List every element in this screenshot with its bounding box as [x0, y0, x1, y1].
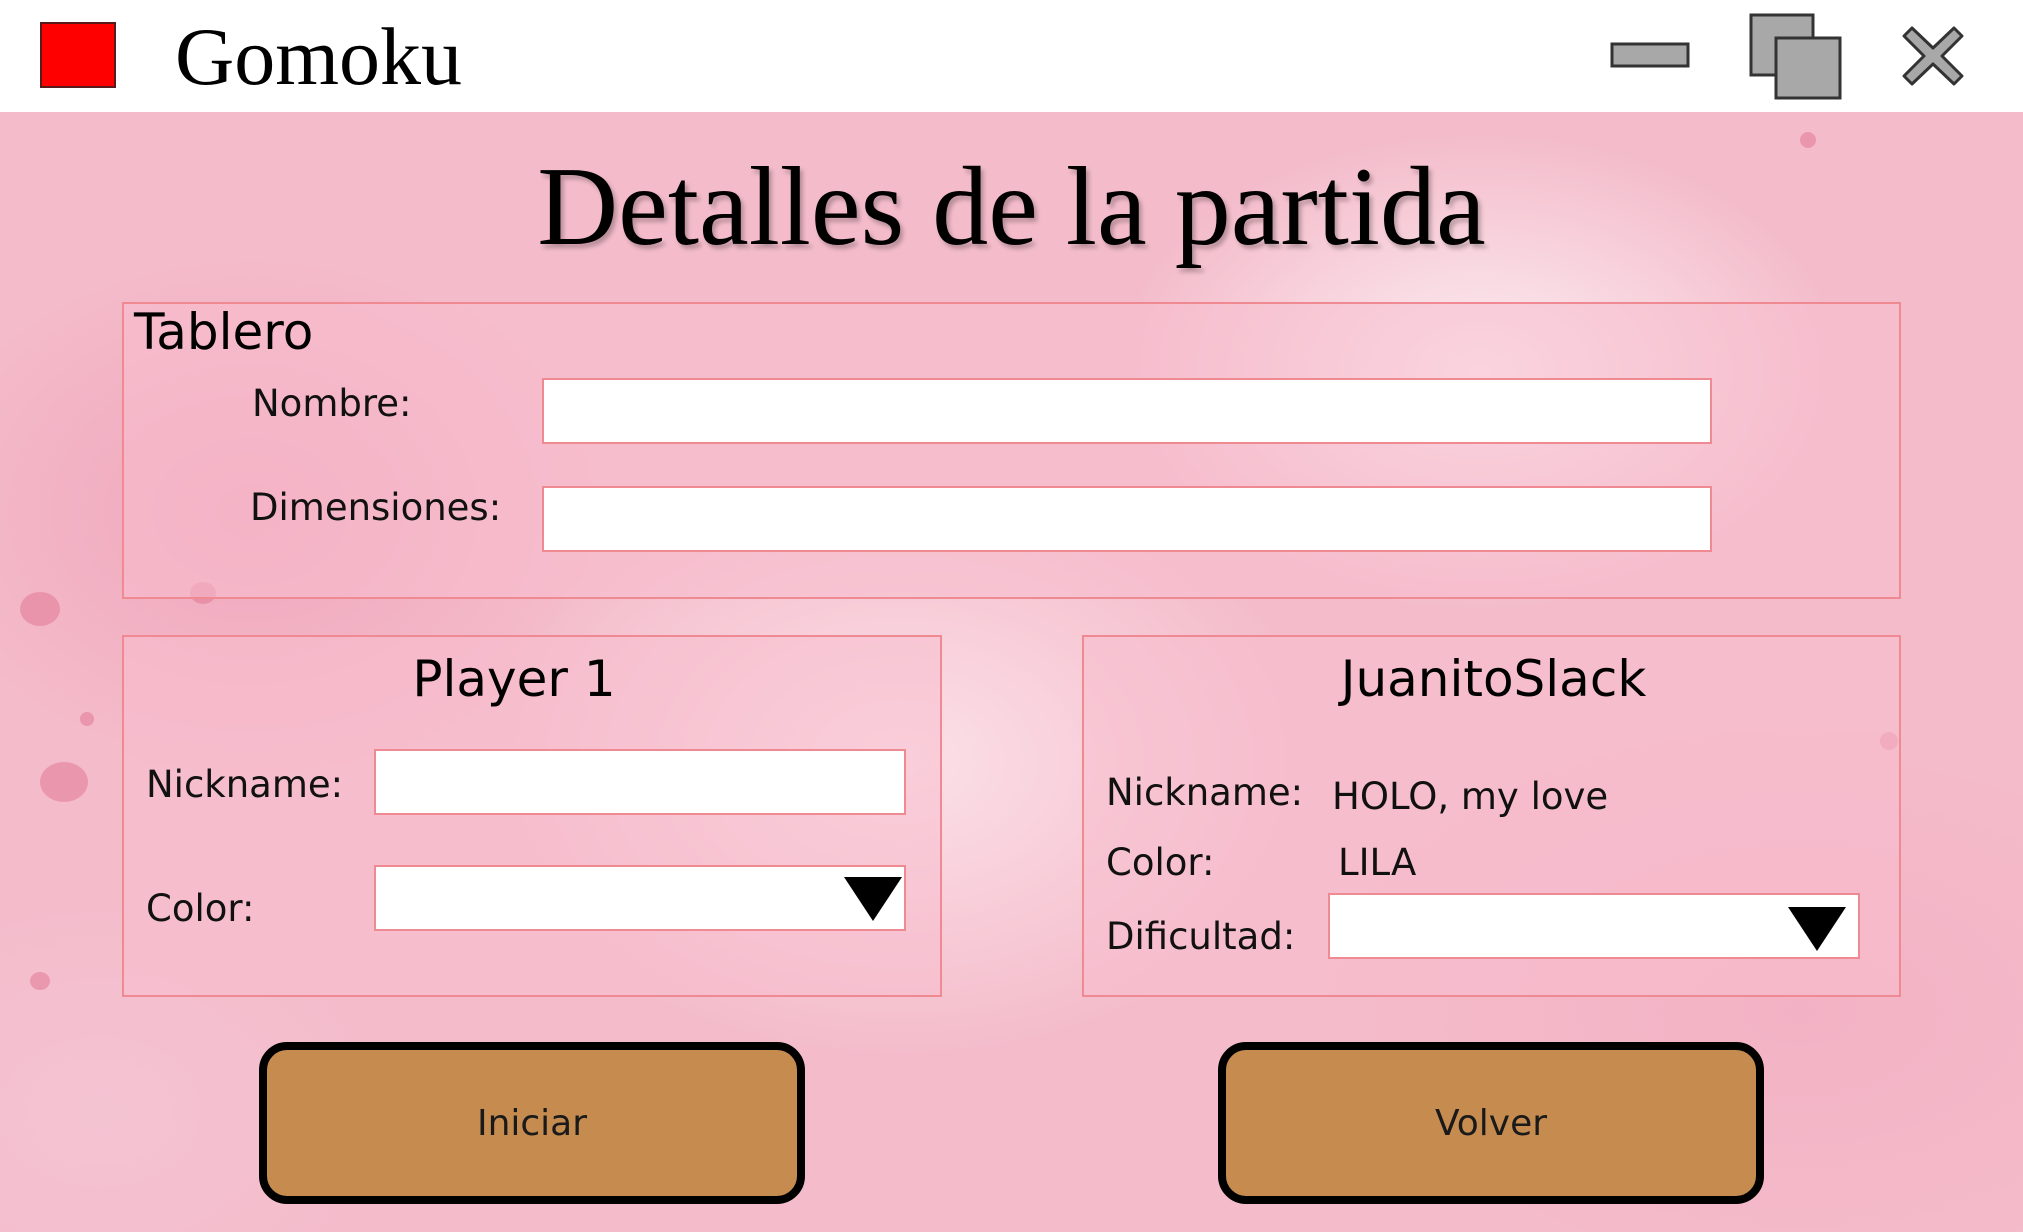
maximize-icon[interactable]	[1748, 12, 1844, 102]
chevron-down-icon	[1788, 907, 1846, 951]
window-title: Gomoku	[175, 11, 462, 102]
board-name-label: Nombre:	[252, 382, 412, 425]
close-icon[interactable]	[1902, 24, 1964, 88]
board-name-input[interactable]	[542, 378, 1712, 444]
player1-heading: Player 1	[412, 650, 616, 708]
player1-color-dropdown[interactable]	[374, 865, 906, 931]
chevron-down-icon	[844, 877, 902, 921]
player2-difficulty-dropdown[interactable]	[1328, 893, 1860, 959]
board-heading: Tablero	[134, 303, 314, 361]
player2-color-label: Color:	[1106, 841, 1215, 884]
title-bar: Gomoku	[0, 0, 2023, 112]
player2-difficulty-label: Dificultad:	[1106, 915, 1296, 958]
board-dimensions-input[interactable]	[542, 486, 1712, 552]
player2-panel: JuanitoSlack Nickname: HOLO, my love Col…	[1082, 635, 1901, 997]
board-dimensions-label: Dimensiones:	[250, 486, 502, 529]
player2-nickname-value: HOLO, my love	[1332, 775, 1609, 818]
start-button[interactable]: Iniciar	[259, 1042, 805, 1204]
back-button[interactable]: Volver	[1218, 1042, 1764, 1204]
minimize-icon[interactable]	[1610, 40, 1690, 72]
app-icon	[40, 22, 116, 88]
player1-nickname-label: Nickname:	[146, 763, 344, 806]
player1-panel: Player 1 Nickname: Color:	[122, 635, 942, 997]
board-panel: Tablero Nombre: Dimensiones:	[122, 302, 1901, 599]
player1-color-label: Color:	[146, 887, 255, 930]
player1-nickname-input[interactable]	[374, 749, 906, 815]
page-title: Detalles de la partida	[537, 145, 1486, 269]
player2-heading: JuanitoSlack	[1340, 650, 1647, 708]
player2-color-value: LILA	[1338, 841, 1417, 884]
main-content: Detalles de la partida Tablero Nombre: D…	[0, 112, 2023, 1232]
player2-nickname-label: Nickname:	[1106, 771, 1304, 814]
